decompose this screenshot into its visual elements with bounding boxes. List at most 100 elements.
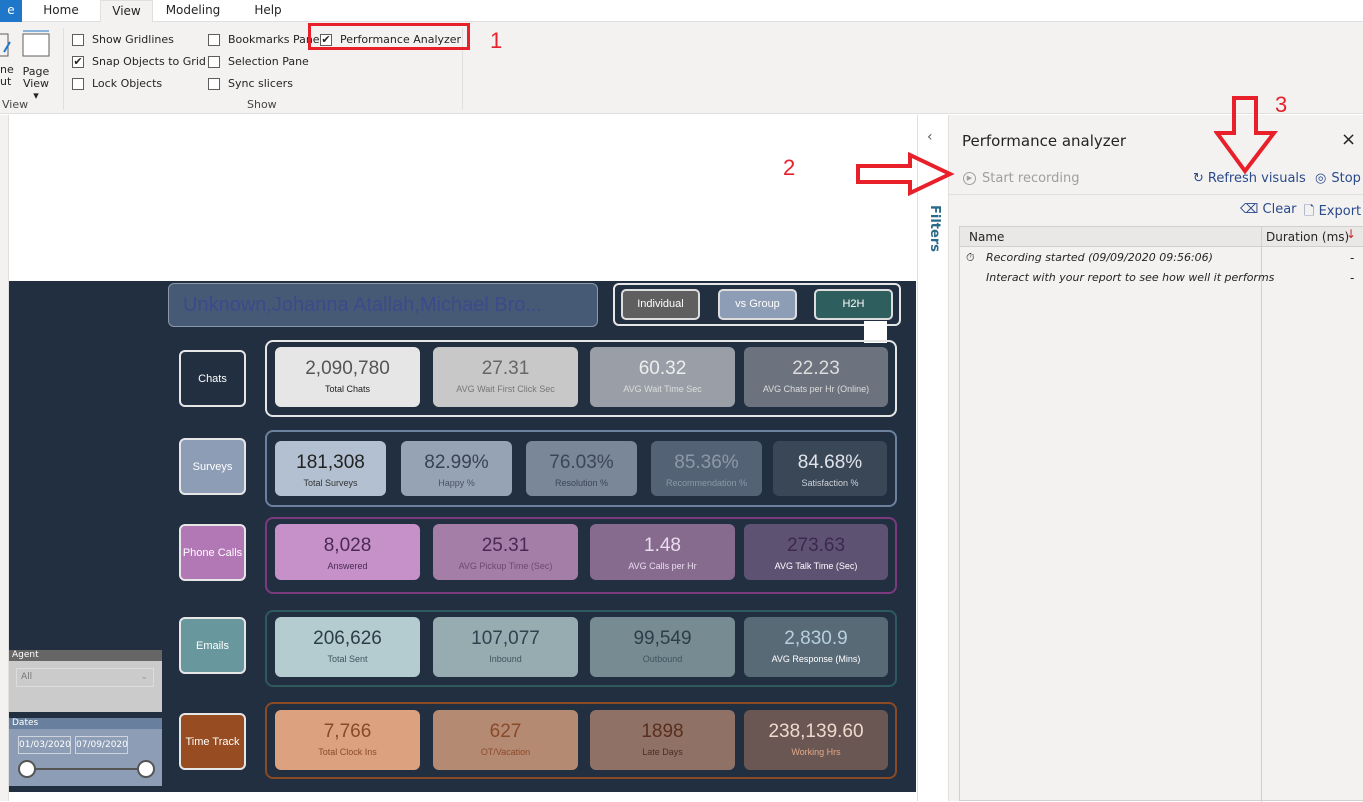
section-button-surveys[interactable]: Surveys xyxy=(179,438,246,495)
page-view-icon[interactable] xyxy=(20,30,52,60)
kpi-label: Outbound xyxy=(642,654,683,664)
tab-help[interactable]: Help xyxy=(240,0,296,22)
checkbox-label: Lock Objects xyxy=(92,77,163,90)
interact-hint-row: Interact with your report to see how wel… xyxy=(986,271,1275,284)
view-button-vs-group[interactable]: vs Group xyxy=(718,289,797,320)
annotation-box-1 xyxy=(308,23,470,50)
recording-started-row: Recording started (09/09/2020 09:56:06) xyxy=(986,251,1213,264)
kpi-card: 2,830.9 AVG Response (Mins) xyxy=(744,617,888,677)
column-header-duration[interactable]: Duration (ms) xyxy=(1266,230,1349,244)
checkbox-unchecked-icon[interactable] xyxy=(208,33,220,46)
column-header-name[interactable]: Name xyxy=(969,230,1004,244)
tab-view[interactable]: View xyxy=(100,0,153,23)
agent-dropdown[interactable]: All ⌄ xyxy=(16,668,154,687)
start-date-handle[interactable] xyxy=(18,760,36,778)
selected-agents-card: Unknown,Johanna Atallah,Michael Bro... xyxy=(168,283,598,327)
annotation-arrow-right-icon xyxy=(856,152,955,196)
kpi-label: AVG Wait Time Sec xyxy=(623,384,702,394)
timer-icon: ⏱ xyxy=(966,251,975,264)
start-recording-button[interactable]: ▶ Start recording xyxy=(963,171,1080,186)
kpi-value: 1898 xyxy=(641,721,684,742)
kpi-label: AVG Chats per Hr (Online) xyxy=(762,384,870,394)
kpi-value: 84.68% xyxy=(797,452,863,473)
filters-label[interactable]: Filters xyxy=(927,205,942,252)
stop-label: Stop xyxy=(1331,171,1361,186)
kpi-label: Total Surveys xyxy=(303,478,358,488)
kpi-value: 1.48 xyxy=(644,535,681,556)
kpi-card: 27.31 AVG Wait First Click Sec xyxy=(433,347,578,407)
kpi-label: Total Sent xyxy=(327,654,368,664)
kpi-card: 206,626 Total Sent xyxy=(275,617,420,677)
checkbox-unchecked-icon[interactable] xyxy=(72,33,84,46)
kpi-card: 238,139.60 Working Hrs xyxy=(744,710,888,770)
kpi-value: 27.31 xyxy=(481,358,530,379)
view-group-label: View xyxy=(2,98,29,111)
checkbox-unchecked-icon[interactable] xyxy=(208,55,220,68)
checkbox-unchecked-icon[interactable] xyxy=(208,77,220,90)
close-icon[interactable]: × xyxy=(1341,129,1356,150)
kpi-label: Inbound xyxy=(489,654,522,664)
checkbox-show-gridlines[interactable]: Show Gridlines xyxy=(72,33,174,46)
checkbox-lock-objects[interactable]: Lock Objects xyxy=(72,77,162,90)
filters-pane-collapsed[interactable]: ‹ Filters xyxy=(917,115,948,801)
layout-button-label[interactable]: ne ut xyxy=(0,64,14,88)
dates-slicer: Dates 01/03/2020 07/09/2020 xyxy=(9,718,162,786)
export-button[interactable]: 🗋 Export xyxy=(1304,202,1361,224)
start-date-input[interactable]: 01/03/2020 xyxy=(18,736,71,754)
export-icon: 🗋 xyxy=(1304,204,1315,219)
kpi-card: 82.99% Happy % xyxy=(401,441,512,496)
checkbox-selection-pane[interactable]: Selection Pane xyxy=(208,55,309,68)
refresh-icon: ↻ xyxy=(1193,171,1204,186)
chevron-down-icon: ⌄ xyxy=(140,672,148,682)
kpi-card: 181,308 Total Surveys xyxy=(275,441,386,496)
checkbox-sync-slicers[interactable]: Sync slicers xyxy=(208,77,293,90)
left-strip xyxy=(0,115,9,801)
stop-button[interactable]: ◎ Stop xyxy=(1315,171,1361,186)
kpi-label: Working Hrs xyxy=(791,747,841,757)
tab-file[interactable]: e xyxy=(0,0,22,22)
end-date-input[interactable]: 07/09/2020 xyxy=(75,736,128,754)
kpi-value: 7,766 xyxy=(323,721,372,742)
kpi-card: 273.63 AVG Talk Time (Sec) xyxy=(744,524,888,580)
duration-value: - xyxy=(1350,271,1355,285)
checkbox-unchecked-icon[interactable] xyxy=(72,77,84,90)
section-button-emails[interactable]: Emails xyxy=(179,617,246,674)
kpi-card: 8,028 Answered xyxy=(275,524,420,580)
page-view-button[interactable]: Page View ▾ xyxy=(19,66,53,102)
kpi-card: 84.68% Satisfaction % xyxy=(773,441,887,496)
checkbox-bookmarks-pane[interactable]: Bookmarks Pane xyxy=(208,33,320,46)
kpi-value: 181,308 xyxy=(296,452,365,473)
view-button-h2h[interactable]: H2H xyxy=(814,289,893,320)
section-button-chats[interactable]: Chats xyxy=(179,350,246,407)
checkbox-label: Bookmarks Pane xyxy=(228,33,320,46)
clear-button[interactable]: ⌫ Clear xyxy=(1240,202,1297,217)
kpi-label: Happy % xyxy=(438,478,475,488)
view-button-individual[interactable]: Individual xyxy=(621,289,700,320)
section-button-phone-calls[interactable]: Phone Calls xyxy=(179,524,246,581)
play-circle-icon: ▶ xyxy=(963,172,976,185)
kpi-value: 627 xyxy=(489,721,522,742)
end-date-handle[interactable] xyxy=(137,760,155,778)
kpi-card: 60.32 AVG Wait Time Sec xyxy=(590,347,735,407)
tab-modeling[interactable]: Modeling xyxy=(160,0,226,22)
sort-down-icon[interactable]: ↓ xyxy=(1346,227,1356,241)
kpi-card: 2,090,780 Total Chats xyxy=(275,347,420,407)
kpi-value: 82.99% xyxy=(424,452,489,473)
kpi-value: 238,139.60 xyxy=(768,721,864,742)
chevron-left-icon[interactable]: ‹ xyxy=(927,129,933,145)
annotation-number-1: 1 xyxy=(490,28,503,53)
tab-home[interactable]: Home xyxy=(30,0,92,22)
kpi-label: Resolution % xyxy=(554,478,609,488)
kpi-value: 8,028 xyxy=(323,535,372,556)
checkbox-label: Sync slicers xyxy=(228,77,293,90)
kpi-card: 627 OT/Vacation xyxy=(433,710,578,770)
kpi-label: AVG Talk Time (Sec) xyxy=(774,561,858,571)
checkbox-checked-icon[interactable]: ✔ xyxy=(72,55,84,68)
kpi-label: AVG Pickup Time (Sec) xyxy=(458,561,553,571)
section-button-time-track[interactable]: Time Track xyxy=(179,713,246,770)
annotation-arrow-down-icon xyxy=(1214,96,1278,175)
kpi-card: 25.31 AVG Pickup Time (Sec) xyxy=(433,524,578,580)
kpi-card: 76.03% Resolution % xyxy=(526,441,637,496)
checkbox-snap-objects-to-grid[interactable]: ✔ Snap Objects to Grid xyxy=(72,55,206,68)
kpi-card: 99,549 Outbound xyxy=(590,617,735,677)
